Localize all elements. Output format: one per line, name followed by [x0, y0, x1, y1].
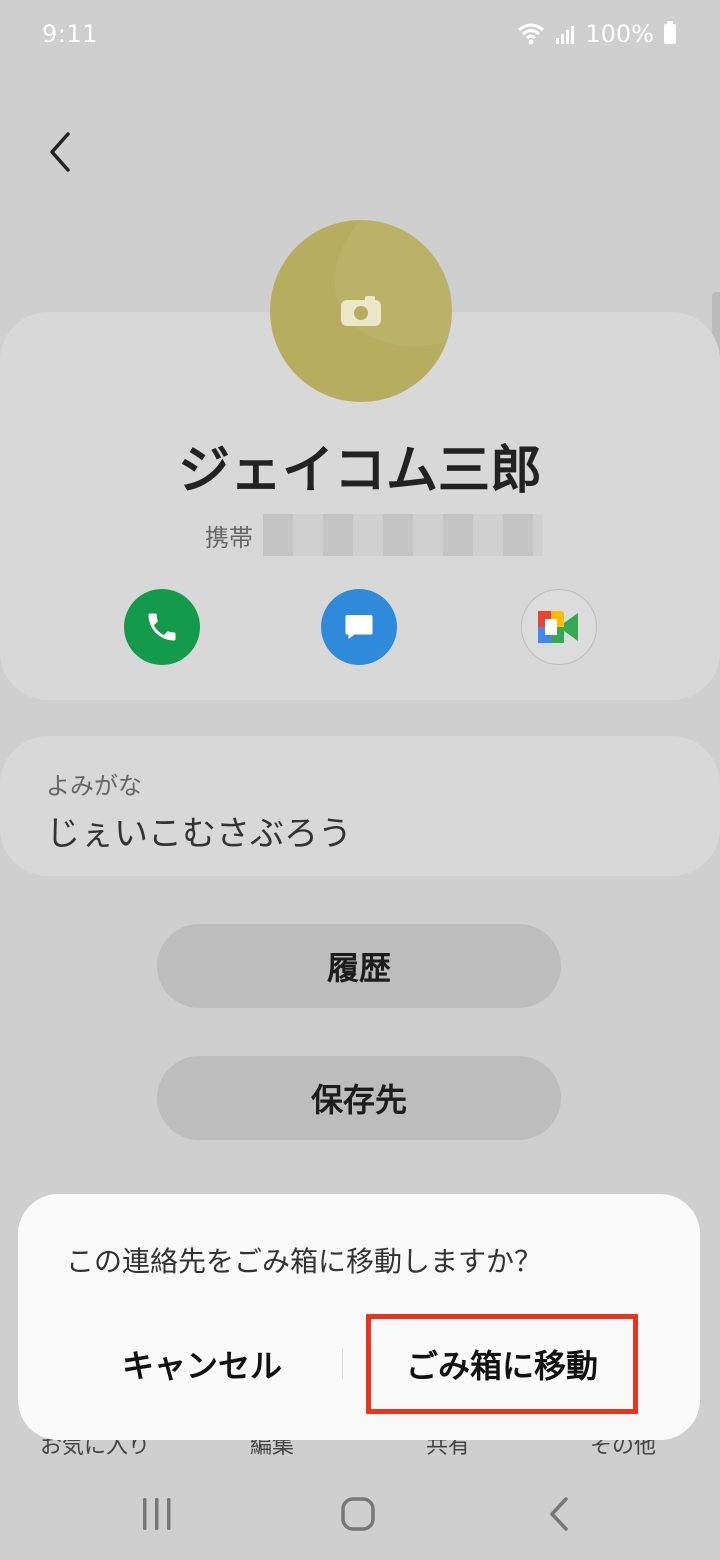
- camera-icon: [341, 296, 381, 326]
- contact-name: ジェイコム三郎: [177, 441, 542, 501]
- battery-icon: [664, 21, 676, 44]
- recent-apps-icon[interactable]: [140, 1496, 174, 1532]
- reading-value: じぇいこむさぶろう: [46, 814, 352, 854]
- call-button[interactable]: [124, 589, 200, 665]
- battery-percent: 100%: [585, 20, 654, 48]
- phone-row: 携帯: [205, 514, 543, 556]
- back-nav-icon[interactable]: [546, 1496, 572, 1532]
- wifi-icon: [518, 23, 545, 45]
- meet-icon: [538, 611, 578, 643]
- avatar[interactable]: [270, 220, 452, 402]
- system-nav-bar: [0, 1476, 720, 1560]
- storage-location-button[interactable]: 保存先: [157, 1056, 561, 1140]
- history-button[interactable]: 履歴: [157, 924, 561, 1008]
- cancel-button[interactable]: キャンセル: [92, 1330, 312, 1398]
- signal-icon: [556, 26, 575, 44]
- move-to-trash-button[interactable]: ごみ箱に移動: [366, 1314, 638, 1414]
- dialog-divider: [342, 1348, 343, 1378]
- status-time: 9:11: [42, 20, 98, 48]
- back-arrow-icon[interactable]: [40, 128, 80, 176]
- reading-label: よみがな: [46, 772, 142, 800]
- message-button[interactable]: [321, 589, 397, 665]
- home-icon[interactable]: [340, 1496, 376, 1532]
- video-call-button[interactable]: [521, 589, 597, 665]
- phone-icon: [148, 613, 176, 641]
- phone-type-label: 携帯: [205, 523, 253, 552]
- dialog-message: この連絡先をごみ箱に移動しますか？: [66, 1245, 543, 1278]
- status-icons: 100%: [517, 20, 676, 48]
- message-icon: [345, 615, 373, 639]
- phone-number-redacted: [263, 514, 543, 556]
